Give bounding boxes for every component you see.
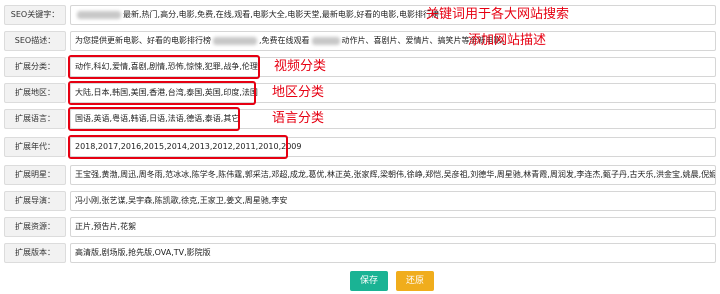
category-highlight-box bbox=[68, 55, 260, 79]
ext-area-label: 扩展地区： bbox=[4, 83, 66, 103]
ext-version-input[interactable]: 高清版,剧场版,抢先版,OVA,TV,影院版 bbox=[70, 243, 716, 263]
seo-description-part2: ,免费在线观看 bbox=[259, 36, 310, 45]
ext-stars-row: 扩展明星： 王宝强,黄渤,周迅,周冬雨,范冰冰,陈学冬,陈伟霆,郭采洁,邓超,成… bbox=[4, 165, 716, 185]
reset-button[interactable]: 还原 bbox=[396, 271, 434, 291]
category-annotation: 视频分类 bbox=[274, 59, 327, 74]
seo-description-label: SEO描述： bbox=[4, 31, 66, 51]
area-highlight-box bbox=[68, 81, 256, 105]
ext-resource-input[interactable]: 正片,预告片,花絮 bbox=[70, 217, 716, 237]
language-annotation: 语言分类 bbox=[272, 111, 325, 126]
ext-stars-input[interactable]: 王宝强,黄渤,周迅,周冬雨,范冰冰,陈学冬,陈伟霆,郭采洁,邓超,成龙,葛优,林… bbox=[70, 165, 716, 185]
ext-director-input[interactable]: 冯小刚,张艺谋,吴宇森,陈凯歌,徐克,王家卫,姜文,周星驰,李安 bbox=[70, 191, 716, 211]
seo-description-part1: 为您提供更新电影、好看的电影排行榜 bbox=[75, 36, 211, 45]
ext-director-label: 扩展导演： bbox=[4, 191, 66, 211]
blurred-text bbox=[213, 36, 257, 45]
seo-keywords-value: 最新,热门,高分,电影,免费,在线,观看,电影大全,电影天堂,最新电影,好看的电… bbox=[123, 10, 439, 19]
seo-description-input[interactable]: 为您提供更新电影、好看的电影排行榜 ,免费在线观看 动作片、喜剧片、爱情片、搞笑片等… bbox=[70, 31, 716, 51]
description-annotation: 添加网站描述 bbox=[468, 33, 547, 48]
year-highlight-box bbox=[68, 135, 288, 159]
ext-director-row: 扩展导演： 冯小刚,张艺谋,吴宇森,陈凯歌,徐克,王家卫,姜文,周星驰,李安 bbox=[4, 191, 716, 211]
ext-stars-label: 扩展明星： bbox=[4, 165, 66, 185]
ext-resource-label: 扩展资源： bbox=[4, 217, 66, 237]
area-annotation: 地区分类 bbox=[272, 85, 325, 100]
seo-keywords-input[interactable]: 最新,热门,高分,电影,免费,在线,观看,电影大全,电影天堂,最新电影,好看的电… bbox=[70, 5, 716, 25]
seo-description-row: SEO描述： 为您提供更新电影、好看的电影排行榜 ,免费在线观看 动作片、喜剧片、爱… bbox=[4, 31, 716, 51]
ext-version-row: 扩展版本： 高清版,剧场版,抢先版,OVA,TV,影院版 bbox=[4, 243, 716, 263]
seo-keywords-row: SEO关键字： 最新,热门,高分,电影,免费,在线,观看,电影大全,电影天堂,最… bbox=[4, 5, 716, 25]
ext-language-label: 扩展语言： bbox=[4, 109, 66, 129]
save-button[interactable]: 保存 bbox=[350, 271, 388, 291]
blurred-text bbox=[77, 10, 121, 19]
seo-keywords-label: SEO关键字： bbox=[4, 5, 66, 25]
ext-year-label: 扩展年代： bbox=[4, 137, 66, 157]
language-highlight-box bbox=[68, 107, 240, 131]
keywords-annotation: 关键词用于各大网站搜索 bbox=[426, 7, 570, 22]
ext-version-label: 扩展版本： bbox=[4, 243, 66, 263]
blurred-text bbox=[311, 36, 340, 45]
ext-category-label: 扩展分类： bbox=[4, 57, 66, 77]
ext-resource-row: 扩展资源： 正片,预告片,花絮 bbox=[4, 217, 716, 237]
